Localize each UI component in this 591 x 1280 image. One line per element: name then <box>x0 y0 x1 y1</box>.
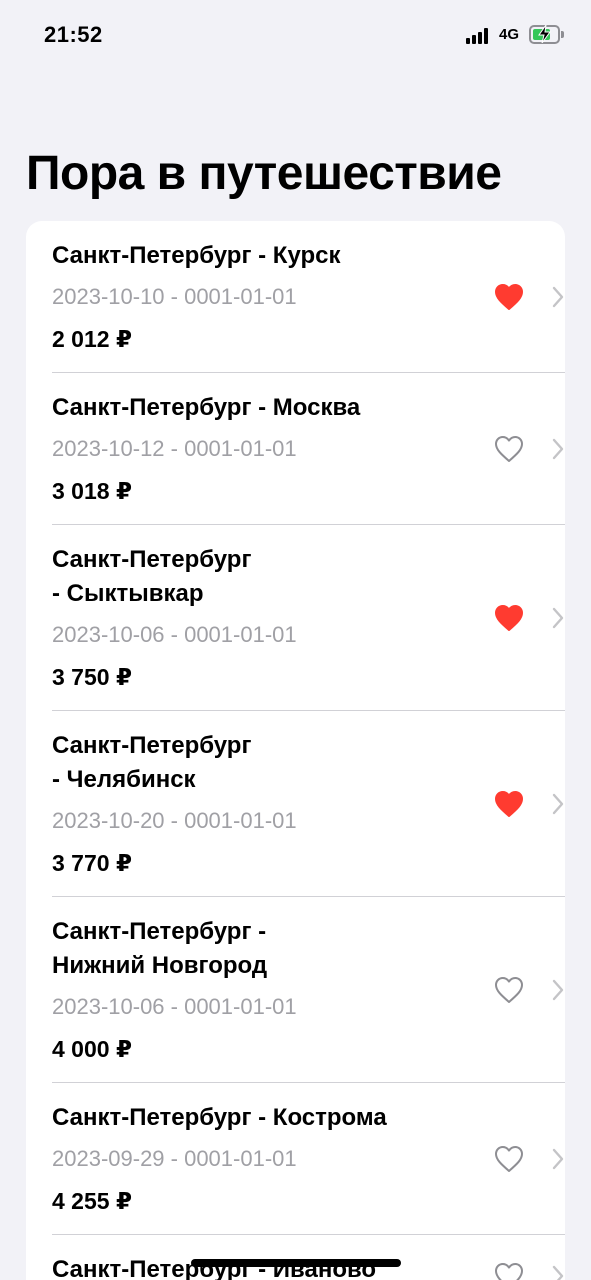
trip-info: Санкт-Петербург - Москва 2023-10-12 - 000… <box>52 373 452 524</box>
status-time: 21:52 <box>44 22 103 47</box>
chevron-right-icon <box>552 607 564 628</box>
trip-price: 3 750 ₽ <box>52 664 132 690</box>
trip-row[interactable]: Санкт-Петербург - Москва 2023-10-12 - 000… <box>52 373 565 525</box>
trip-route: Санкт-Петербург - Москва <box>52 394 361 421</box>
trip-info: Санкт-Петербург - Кострома 2023-09-29 - 0… <box>52 1083 452 1234</box>
trip-dates: 2023-10-06 - 0001-01-01 <box>52 994 297 1019</box>
home-indicator[interactable] <box>191 1259 401 1267</box>
chevron-right-icon <box>552 286 564 307</box>
trip-price: 2 012 ₽ <box>52 326 132 352</box>
trip-dates: 2023-10-20 - 0001-01-01 <box>52 808 297 833</box>
heart-filled-icon[interactable] <box>494 283 524 311</box>
trip-price: 3 770 ₽ <box>52 850 132 876</box>
chevron-right-icon <box>552 438 564 459</box>
trip-info: Санкт-Петербург - Сыктывкар 2023-10-06 - 0… <box>52 525 452 710</box>
heart-outline-icon[interactable] <box>494 976 524 1004</box>
trip-row[interactable]: Санкт-Петербург - Нижний Новгород 2023-10-… <box>52 897 565 1083</box>
trip-route: Санкт-Петербург - Челябинск <box>52 732 252 793</box>
trip-dates: 2023-10-06 - 0001-01-01 <box>52 622 297 647</box>
trip-price: 3 018 ₽ <box>52 478 132 504</box>
trip-route: Санкт-Петербург - Кострома <box>52 1104 387 1131</box>
trip-info: Санкт-Петербург - Курск 2023-10-10 - 0001… <box>52 221 452 372</box>
screen: 21:52 4G Пора в путешествие Санкт-Петерб… <box>0 0 591 1280</box>
trip-row[interactable]: Санкт-Петербург - Курск 2023-10-10 - 0001… <box>52 221 565 373</box>
network-type: 4G <box>499 26 520 43</box>
trip-row[interactable]: Санкт-Петербург - Иваново <box>52 1235 565 1280</box>
trip-price: 4 255 ₽ <box>52 1188 132 1214</box>
heart-outline-icon[interactable] <box>494 435 524 463</box>
heart-outline-icon[interactable] <box>494 1145 524 1173</box>
trip-row[interactable]: Санкт-Петербург - Челябинск 2023-10-20 - 0… <box>52 711 565 897</box>
status-bar: 21:52 4G <box>0 0 591 70</box>
battery-cap <box>561 31 564 38</box>
trip-row[interactable]: Санкт-Петербург - Кострома 2023-09-29 - 0… <box>52 1083 565 1235</box>
cellular-signal-icon <box>466 28 492 44</box>
trip-row[interactable]: Санкт-Петербург - Сыктывкар 2023-10-06 - 0… <box>52 525 565 711</box>
heart-filled-icon[interactable] <box>494 604 524 632</box>
battery-charging-icon <box>529 25 560 44</box>
trip-price: 4 000 ₽ <box>52 1036 132 1062</box>
page-title: Пора в путешествие <box>26 147 502 200</box>
trip-dates: 2023-09-29 - 0001-01-01 <box>52 1146 297 1171</box>
trip-route: Санкт-Петербург - Нижний Новгород <box>52 918 268 979</box>
trip-dates: 2023-10-12 - 0001-01-01 <box>52 436 297 461</box>
trip-dates: 2023-10-10 - 0001-01-01 <box>52 284 297 309</box>
chevron-right-icon <box>552 1265 564 1280</box>
chevron-right-icon <box>552 1148 564 1169</box>
trip-info: Санкт-Петербург - Нижний Новгород 2023-10-… <box>52 897 452 1082</box>
heart-filled-icon[interactable] <box>494 790 524 818</box>
heart-outline-icon[interactable] <box>494 1262 524 1280</box>
trip-info: Санкт-Петербург - Челябинск 2023-10-20 - 0… <box>52 711 452 896</box>
trip-info: Санкт-Петербург - Иваново <box>52 1235 452 1280</box>
chevron-right-icon <box>552 979 564 1000</box>
trip-route: Санкт-Петербург - Курск <box>52 242 341 269</box>
chevron-right-icon <box>552 793 564 814</box>
trip-list: Санкт-Петербург - Курск 2023-10-10 - 0001… <box>26 221 565 1280</box>
trip-route: Санкт-Петербург - Сыктывкар <box>52 546 252 607</box>
